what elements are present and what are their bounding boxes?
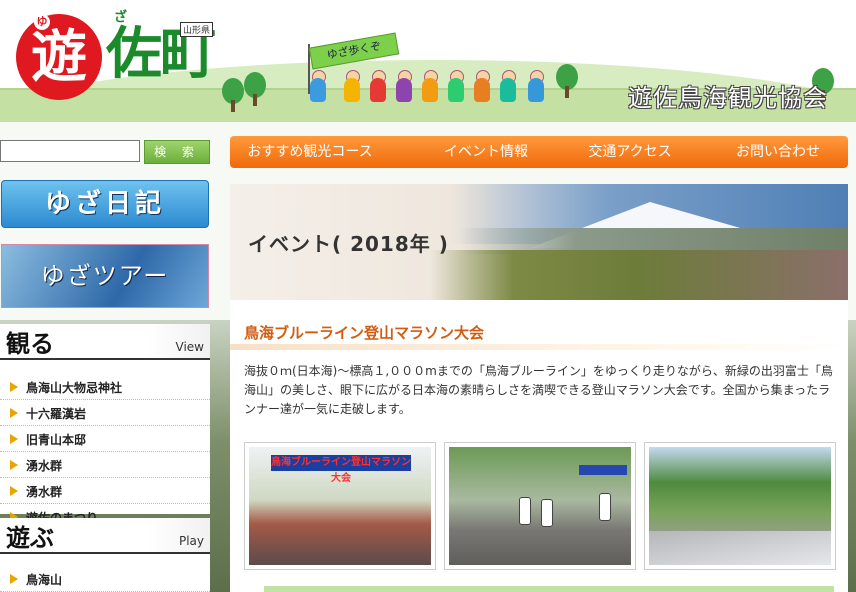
sidebar-item-label: 旧青山本邸 xyxy=(26,433,87,447)
org-name: 遊佐鳥海観光協会 xyxy=(628,84,828,112)
category-play: 遊ぶ Play 鳥海山 xyxy=(0,518,210,592)
category-header: 観る View xyxy=(0,324,210,360)
page-title: イベント( 2018年 ) xyxy=(248,232,449,256)
main-nav: おすすめ観光コース イベント情報 交通アクセス お問い合わせ xyxy=(230,136,848,168)
photo-road xyxy=(649,531,831,565)
sidebar-item[interactable]: 旧青山本邸 xyxy=(0,426,210,452)
kid-figure xyxy=(448,78,464,102)
kid-figure xyxy=(396,78,412,102)
arrow-right-icon xyxy=(10,408,18,418)
prefecture-badge: 山形県 xyxy=(180,22,214,37)
runner-figure xyxy=(599,493,611,521)
search-input[interactable] xyxy=(0,140,140,162)
sidebar-item[interactable]: 湧水群 xyxy=(0,452,210,478)
sidebar-item[interactable]: 十六羅漢岩 xyxy=(0,400,210,426)
photo-mountain-road xyxy=(649,447,831,565)
hero-flower-field xyxy=(430,250,848,300)
event-photo[interactable] xyxy=(444,442,636,570)
kid-figure xyxy=(500,78,516,102)
category-title-en: Play xyxy=(178,534,204,548)
search-button[interactable]: 検 索 xyxy=(144,140,210,164)
arrow-right-icon xyxy=(10,460,18,470)
section-underline xyxy=(230,344,848,350)
logo-ruby-yu: ゆ xyxy=(34,14,50,30)
kid-figure xyxy=(528,78,544,102)
sidebar-item-label: 鳥海山 xyxy=(26,573,63,587)
nav-item-contact[interactable]: お問い合わせ xyxy=(718,136,838,168)
nav-item-events[interactable]: イベント情報 xyxy=(426,136,546,168)
kid-figure xyxy=(344,78,360,102)
section-title: 鳥海ブルーライン登山マラソン大会 xyxy=(244,324,485,342)
nav-item-access[interactable]: 交通アクセス xyxy=(570,136,690,168)
content-bottom-bar xyxy=(264,586,834,592)
logo-main-char: 遊 xyxy=(31,24,87,90)
runner-figure xyxy=(519,497,531,525)
event-photo[interactable]: 鳥海ブルーライン登山マラソン大会 xyxy=(244,442,436,570)
category-title: 観る xyxy=(6,329,54,358)
kid-figure xyxy=(422,78,438,102)
main-content: イベント( 2018年 ) 鳥海ブルーライン登山マラソン大会 海抜０ｍ(日本海)… xyxy=(230,184,848,592)
arrow-right-icon xyxy=(10,382,18,392)
sidebar-item[interactable]: 鳥海山 xyxy=(0,566,210,592)
photo-runners xyxy=(449,447,631,565)
sidebar-item-label: 湧水群 xyxy=(26,459,63,473)
sidebar-item[interactable]: 湧水群 xyxy=(0,478,210,504)
photo-start-line: 鳥海ブルーライン登山マラソン大会 xyxy=(249,447,431,565)
runner-figure xyxy=(541,499,553,527)
arrow-right-icon xyxy=(10,486,18,496)
event-photo[interactable] xyxy=(644,442,836,570)
yuza-tour-button[interactable]: ゆざツアー xyxy=(1,244,209,308)
tree-trunk xyxy=(565,86,569,98)
photo-sign xyxy=(579,465,627,475)
hero-banner: イベント( 2018年 ) xyxy=(230,184,848,300)
event-description: 海抜０ｍ(日本海)～標高１,０００mまでの「鳥海ブルーライン」をゆっくり走りなが… xyxy=(244,364,833,416)
photo-banner: 鳥海ブルーライン登山マラソン大会 xyxy=(271,455,411,484)
category-title: 遊ぶ xyxy=(6,523,54,552)
yuza-diary-button[interactable]: ゆざ日記 xyxy=(1,180,209,228)
tree-trunk xyxy=(253,94,257,106)
category-view: 観る View 鳥海山大物忌神社 十六羅漢岩 旧青山本邸 湧水群 湧水群 遊佐の… xyxy=(0,324,210,530)
kid-figure xyxy=(474,78,490,102)
sidebar-item[interactable]: 鳥海山大物忌神社 xyxy=(0,374,210,400)
arrow-right-icon xyxy=(10,434,18,444)
site-header: 遊 ゆ ざ 佐町 山形県 ゆざ歩くぞ 遊佐鳥海観光協会 xyxy=(0,0,856,122)
kid-figure xyxy=(370,78,386,102)
nav-item-courses[interactable]: おすすめ観光コース xyxy=(240,136,380,168)
category-header: 遊ぶ Play xyxy=(0,518,210,554)
category-title-en: View xyxy=(175,340,204,354)
tree-trunk xyxy=(231,100,235,112)
arrow-right-icon xyxy=(10,574,18,584)
sidebar-item-label: 十六羅漢岩 xyxy=(26,407,87,421)
kid-figure xyxy=(310,78,326,102)
sidebar-item-label: 湧水群 xyxy=(26,485,63,499)
sidebar-item-label: 鳥海山大物忌神社 xyxy=(26,381,123,395)
